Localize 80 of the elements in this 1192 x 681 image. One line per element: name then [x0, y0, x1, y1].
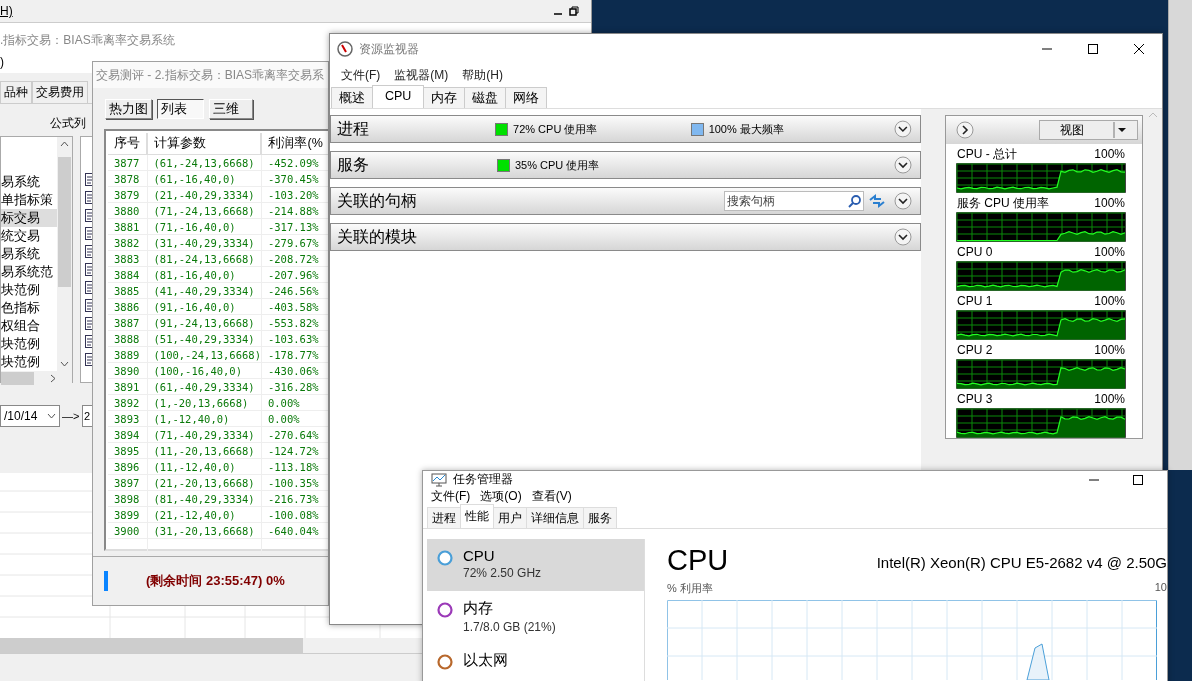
window-title: 任务管理器 [453, 471, 514, 488]
table-cell: 3888 [108, 330, 147, 347]
text-fragment: ) [0, 54, 4, 71]
chart-label: % 利用率 [667, 581, 713, 596]
table-cell: 3879 [108, 186, 147, 203]
table-cell: (61,-16,40,0) [147, 170, 262, 187]
legend-label: 100% 最大频率 [708, 121, 784, 137]
processor-name: Intel(R) Xeon(R) CPU E5-2682 v4 @ 2.50G [876, 554, 1167, 571]
table-cell: (81,-40,29,3334) [147, 490, 262, 507]
table-cell: (91,-24,13,6668) [147, 314, 262, 331]
graph-label: CPU 3 [957, 392, 993, 406]
window-title: 资源监视器 [359, 40, 420, 58]
table-cell: 3884 [108, 266, 147, 283]
panel-heading: CPU [667, 545, 729, 575]
table-cell: 3878 [108, 170, 147, 187]
resource-detail: 1.7/8.0 GB (21%) [463, 620, 556, 634]
table-cell: (81,-16,40,0) [147, 266, 262, 283]
chart-label: 10 [1154, 581, 1167, 595]
arrow-text: —> [62, 410, 80, 422]
table-cell: (61,-24,13,6668) [147, 154, 262, 171]
graph-label: CPU - 总计 [957, 147, 1017, 161]
graph-label: CPU 2 [957, 343, 993, 357]
table-cell: (100,-16,40,0) [147, 362, 262, 379]
resource-detail: 72% 2.50 GHz [463, 566, 542, 580]
table-cell: 3893 [108, 410, 147, 427]
graph-value: 100% [1094, 147, 1125, 161]
resource-name: CPU [463, 547, 496, 564]
table-cell: 3889 [108, 346, 147, 363]
status-text: (剩余时间 23:55:47) 0% [146, 572, 285, 590]
dialog-title: 交易测评 - 2.指标交易：BIAS乖离率交易系 [93, 62, 328, 88]
table-cell: 3896 [108, 458, 147, 475]
table-cell: 3887 [108, 314, 147, 331]
table-cell: 3900 [108, 522, 147, 539]
legend-label: 35% CPU 使用率 [515, 157, 600, 173]
table-cell: 3890 [108, 362, 147, 379]
table-cell: (11,-12,40,0) [147, 458, 262, 475]
table-cell: (21,-40,29,3334) [147, 186, 262, 203]
table-cell: 3898 [108, 490, 147, 507]
table-cell: (51,-40,29,3334) [147, 330, 262, 347]
table-cell: 3886 [108, 298, 147, 315]
table-cell: (1,-20,13,6668) [147, 394, 262, 411]
table-cell: (21,-12,40,0) [147, 506, 262, 523]
graph-label: CPU 0 [957, 245, 993, 259]
table-cell: 3895 [108, 442, 147, 459]
table-cell: (91,-16,40,0) [147, 298, 262, 315]
window-subtitle: .指标交易：BIAS乖离率交易系统 [0, 32, 175, 49]
table-cell: (31,-40,29,3334) [147, 234, 262, 251]
table-cell: (81,-24,13,6668) [147, 250, 262, 267]
table-cell: (41,-40,29,3334) [147, 282, 262, 299]
graph-value: 100% [1094, 343, 1125, 357]
graph-label: 服务 CPU 使用率 [957, 196, 1049, 210]
table-cell: (71,-16,40,0) [147, 218, 262, 235]
table-cell: (31,-20,13,6668) [147, 522, 262, 539]
table-cell: (21,-20,13,6668) [147, 474, 262, 491]
table-cell: (71,-24,13,6668) [147, 202, 262, 219]
graph-value: 100% [1094, 392, 1125, 406]
table-cell: (100,-24,13,6668) [147, 346, 262, 363]
table-cell: 3891 [108, 378, 147, 395]
graph-label: CPU 1 [957, 294, 993, 308]
table-cell: 3897 [108, 474, 147, 491]
table-cell: (1,-12,40,0) [147, 410, 262, 427]
table-cell: 3899 [108, 506, 147, 523]
graph-value: 100% [1094, 245, 1125, 259]
graph-value: 100% [1094, 196, 1125, 210]
table-cell: (61,-40,29,3334) [147, 378, 262, 395]
table-cell: 3894 [108, 426, 147, 443]
resource-name: 以太网 [463, 651, 508, 670]
legend-label: 72% CPU 使用率 [513, 121, 598, 137]
graph-value: 100% [1094, 294, 1125, 308]
table-cell: (11,-20,13,6668) [147, 442, 262, 459]
table-cell: 3892 [108, 394, 147, 411]
table-cell: 3883 [108, 250, 147, 267]
table-cell: 3882 [108, 234, 147, 251]
list-label: 公式列 [50, 115, 86, 132]
table-cell: 3885 [108, 282, 147, 299]
table-cell: (71,-40,29,3334) [147, 426, 262, 443]
resource-name: 内存 [463, 599, 494, 618]
table-cell: 3881 [108, 218, 147, 235]
table-cell: 3880 [108, 202, 147, 219]
table-cell: 3877 [108, 154, 147, 171]
